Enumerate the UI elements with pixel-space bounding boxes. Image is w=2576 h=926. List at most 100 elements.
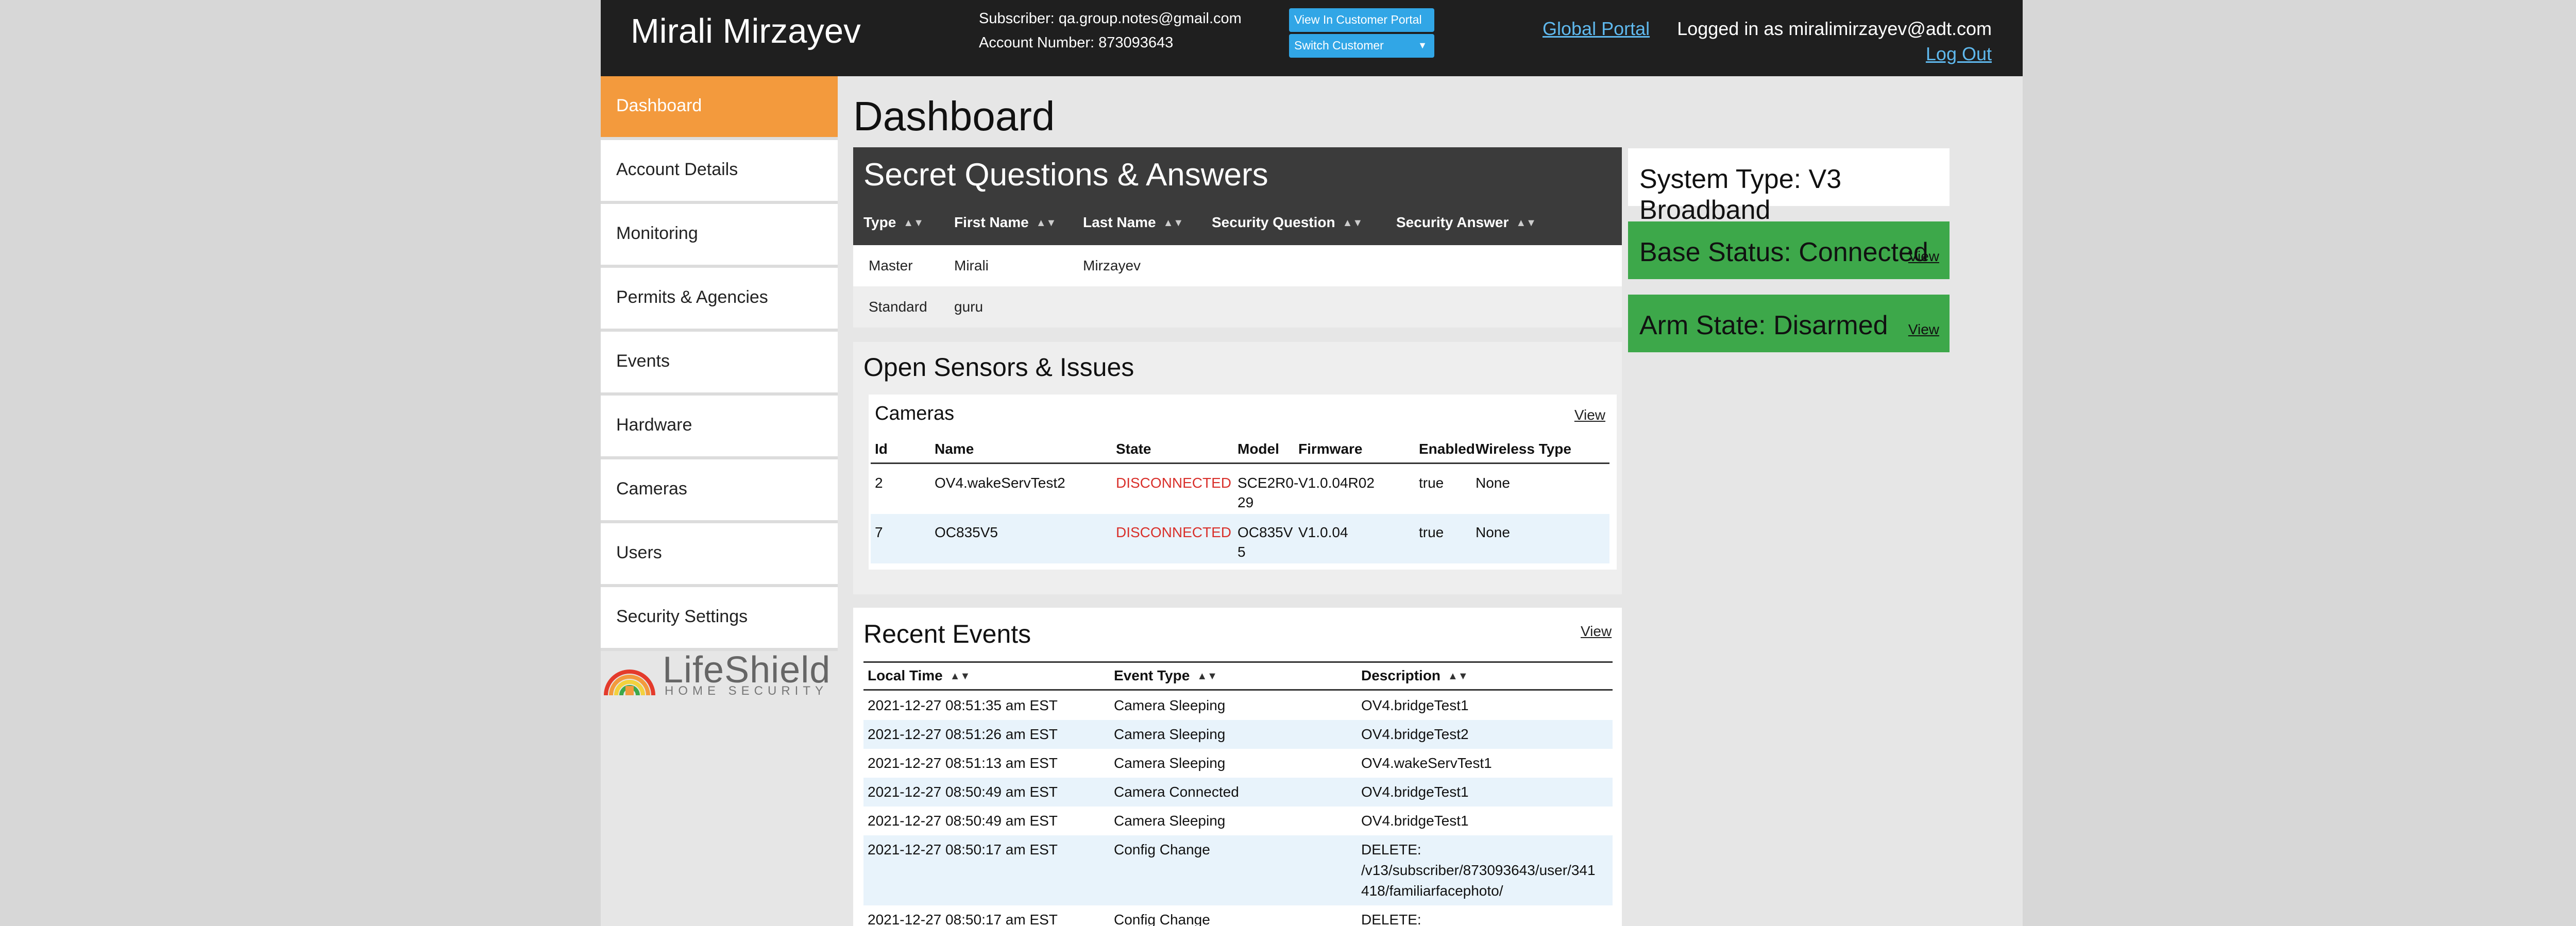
- cell-first-name: guru: [954, 299, 984, 315]
- column-header-last-name[interactable]: Last Name ▲▼: [1083, 214, 1183, 231]
- switch-customer-dropdown[interactable]: Switch Customer ▼: [1289, 34, 1434, 58]
- sort-icon: ▲▼: [1197, 671, 1217, 682]
- cameras-view-link[interactable]: View: [1574, 407, 1605, 423]
- events-view-link[interactable]: View: [1581, 623, 1612, 640]
- cell-event-type: Camera Sleeping: [1114, 813, 1226, 829]
- column-header-firmware: Firmware: [1298, 441, 1363, 457]
- sidebar-item-label: Events: [616, 351, 670, 371]
- sidebar-item-events[interactable]: Events: [601, 332, 838, 396]
- column-label: Security Answer: [1396, 214, 1509, 230]
- open-sensors-title: Open Sensors & Issues: [863, 353, 1134, 382]
- cell-type: Master: [869, 258, 913, 273]
- sidebar-item-hardware[interactable]: Hardware: [601, 396, 838, 459]
- cell-model: OC835V: [1238, 524, 1293, 540]
- subscriber-email: Subscriber: qa.group.notes@gmail.com: [979, 10, 1242, 27]
- view-in-customer-portal-button[interactable]: View In Customer Portal: [1289, 8, 1434, 32]
- cell-model-cont: 5: [1238, 544, 1246, 560]
- cell-description: OV4.bridgeTest1: [1361, 697, 1469, 713]
- header-divider: [871, 462, 1609, 464]
- lifeshield-logo: LifeShield HOME SECURITY: [602, 649, 837, 698]
- cell-enabled: true: [1419, 524, 1444, 540]
- sidebar-item-label: Users: [616, 543, 662, 562]
- cell-id: 7: [875, 524, 883, 540]
- cell-state: DISCONNECTED: [1116, 475, 1232, 491]
- secret-questions-panel: Secret Questions & Answers Type ▲▼ First …: [853, 147, 1622, 328]
- sidebar-item-monitoring[interactable]: Monitoring: [601, 204, 838, 268]
- sort-icon: ▲▼: [1516, 217, 1536, 229]
- cell-time: 2021-12-27 08:51:26 am EST: [868, 726, 1058, 742]
- sidebar-item-label: Hardware: [616, 415, 692, 435]
- cell-wireless: None: [1476, 475, 1510, 491]
- sort-icon: ▲▼: [903, 217, 924, 229]
- cell-type: Standard: [869, 299, 927, 315]
- table-row: 2021-12-27 08:51:13 am EST Camera Sleepi…: [863, 749, 1613, 778]
- cell-firmware: V1.0.04R02: [1298, 475, 1375, 491]
- base-status-card: Base Status: Connected View: [1628, 221, 1950, 279]
- global-portal-link[interactable]: Global Portal: [1543, 18, 1650, 40]
- table-row: 2021-12-27 08:50:49 am EST Camera Sleepi…: [863, 807, 1613, 835]
- column-header-first-name[interactable]: First Name ▲▼: [954, 214, 1056, 231]
- header-divider: [863, 689, 1613, 691]
- sidebar-item-label: Security Settings: [616, 607, 748, 626]
- column-header-description[interactable]: Description ▲▼: [1361, 667, 1468, 684]
- sidebar-item-label: Cameras: [616, 479, 687, 499]
- cameras-title: Cameras: [875, 403, 955, 424]
- column-header-type[interactable]: Type ▲▼: [863, 214, 924, 231]
- column-label: Type: [863, 214, 896, 230]
- cell-id: 2: [875, 475, 883, 491]
- sidebar-item-cameras[interactable]: Cameras: [601, 459, 838, 523]
- column-header-local-time[interactable]: Local Time ▲▼: [868, 667, 970, 684]
- cell-event-type: Camera Sleeping: [1114, 726, 1226, 742]
- cell-description: DELETE:: [1361, 842, 1421, 858]
- customer-name: Mirali Mirzayev: [631, 12, 861, 50]
- cell-last-name: Mirzayev: [1083, 258, 1141, 273]
- cell-description: OV4.bridgeTest1: [1361, 784, 1469, 800]
- column-label: Last Name: [1083, 214, 1156, 230]
- column-label: Event Type: [1114, 667, 1190, 683]
- table-row: Standard guru: [853, 286, 1622, 328]
- cell-time: 2021-12-27 08:50:17 am EST: [868, 912, 1058, 926]
- logged-in-text: Logged in as miralimirzayev@adt.com: [1677, 18, 1992, 39]
- table-top-rule: [863, 661, 1613, 663]
- cameras-card: Cameras View Id Name State Model Firmwar…: [869, 395, 1617, 570]
- cell-event-type: Camera Sleeping: [1114, 755, 1226, 771]
- column-label: Security Question: [1212, 214, 1335, 230]
- cell-event-type: Camera Connected: [1114, 784, 1239, 800]
- cell-event-type: Config Change: [1114, 912, 1210, 926]
- sidebar-item-account-details[interactable]: Account Details: [601, 140, 838, 204]
- sort-icon: ▲▼: [1448, 671, 1468, 682]
- cell-model-cont: 29: [1238, 494, 1254, 510]
- sidebar-nav: Dashboard Account Details Monitoring Per…: [601, 76, 838, 651]
- sidebar-item-permits-agencies[interactable]: Permits & Agencies: [601, 268, 838, 332]
- arm-state-view-link[interactable]: View: [1908, 321, 1939, 338]
- cell-wireless: None: [1476, 524, 1510, 540]
- page-title: Dashboard: [853, 93, 1055, 139]
- column-header-id: Id: [875, 441, 888, 457]
- cell-description-cont: /v13/subscriber/873093643/user/341: [1361, 862, 1596, 878]
- column-header-security-question[interactable]: Security Question ▲▼: [1212, 214, 1363, 231]
- column-header-security-answer[interactable]: Security Answer ▲▼: [1396, 214, 1536, 231]
- sidebar-item-security-settings[interactable]: Security Settings: [601, 587, 838, 651]
- secret-questions-header: Secret Questions & Answers Type ▲▼ First …: [853, 147, 1622, 245]
- sidebar-item-label: Account Details: [616, 160, 738, 179]
- cell-time: 2021-12-27 08:51:13 am EST: [868, 755, 1058, 771]
- cell-event-type: Config Change: [1114, 842, 1210, 858]
- logout-link[interactable]: Log Out: [1926, 43, 1992, 65]
- arm-state-card: Arm State: Disarmed View: [1628, 295, 1950, 352]
- cell-enabled: true: [1419, 475, 1444, 491]
- cell-firmware: V1.0.04: [1298, 524, 1348, 540]
- sort-icon: ▲▼: [950, 671, 971, 682]
- sidebar-item-users[interactable]: Users: [601, 523, 838, 587]
- base-status-text: Base Status: Connected: [1639, 237, 1928, 267]
- column-header-state: State: [1116, 441, 1151, 457]
- cell-time: 2021-12-27 08:51:35 am EST: [868, 697, 1058, 713]
- base-status-view-link[interactable]: View: [1908, 248, 1939, 265]
- column-header-event-type[interactable]: Event Type ▲▼: [1114, 667, 1217, 684]
- sidebar-item-dashboard[interactable]: Dashboard: [601, 76, 838, 140]
- cell-time: 2021-12-27 08:50:49 am EST: [868, 813, 1058, 829]
- table-row: 2021-12-27 08:51:35 am EST Camera Sleepi…: [863, 691, 1613, 720]
- cell-description: DELETE:: [1361, 912, 1421, 926]
- cell-description: OV4.wakeServTest1: [1361, 755, 1492, 771]
- column-label: Local Time: [868, 667, 943, 683]
- cell-description-cont: 418/familiarfacephoto/: [1361, 883, 1503, 899]
